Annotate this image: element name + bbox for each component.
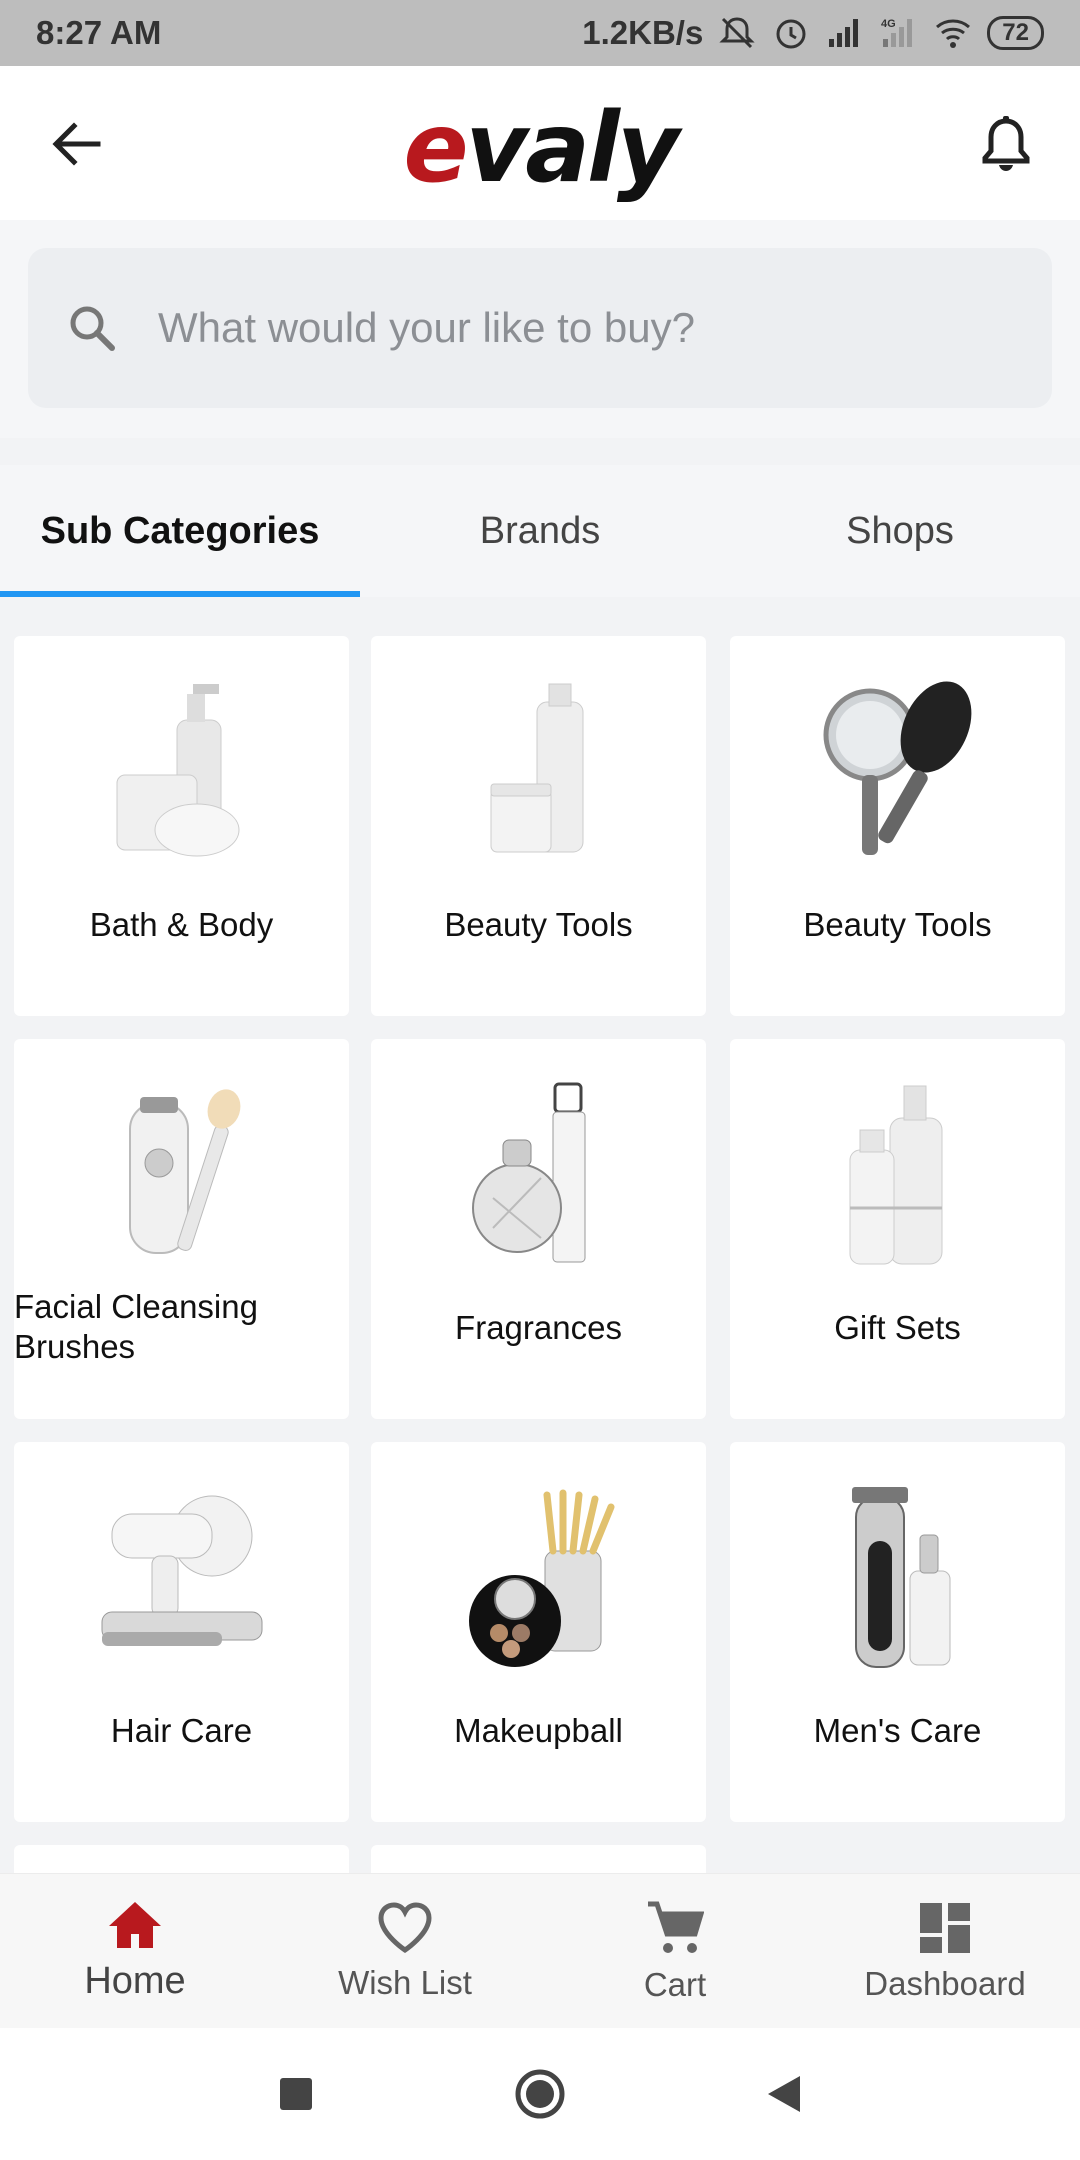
perfume-icon xyxy=(371,1082,706,1263)
nav-wish-list[interactable]: Wish List xyxy=(270,1874,540,2029)
category-card-makeupball[interactable]: Makeupball xyxy=(371,1442,706,1822)
recent-apps-icon[interactable] xyxy=(278,2076,314,2112)
category-label: Bath & Body xyxy=(89,906,274,943)
bottom-navigation: Home Wish List Cart Dashboard xyxy=(0,1873,1080,2028)
category-label: Gift Sets xyxy=(834,1309,961,1346)
home-icon xyxy=(109,1902,161,1948)
notification-button[interactable] xyxy=(972,110,1040,178)
category-label: Beauty Tools xyxy=(444,906,633,943)
battery-indicator: 72 xyxy=(987,16,1044,50)
nav-label: Home xyxy=(84,1960,186,2002)
category-label: Hair Care xyxy=(110,1712,253,1749)
wifi-icon xyxy=(936,19,971,48)
mirror-brush-icon xyxy=(730,680,1065,860)
evaly-logo: evaly xyxy=(403,92,680,204)
category-card-mens-care[interactable]: Men's Care xyxy=(730,1442,1065,1822)
nav-dashboard[interactable]: Dashboard xyxy=(810,1874,1080,2029)
search-bar[interactable] xyxy=(28,248,1052,408)
makeup-icon xyxy=(371,1486,706,1667)
cart-icon xyxy=(648,1901,704,1953)
category-tabs: Sub Categories Brands Shops xyxy=(0,465,1080,597)
category-label: Beauty Tools xyxy=(803,906,992,943)
category-card-facial-cleansing-brushes[interactable]: Facial Cleansing Brushes xyxy=(14,1039,349,1419)
tab-sub-categories[interactable]: Sub Categories xyxy=(0,465,360,597)
category-label: Men's Care xyxy=(813,1712,982,1749)
network-speed: 1.2KB/s xyxy=(582,14,704,51)
tab-brands[interactable]: Brands xyxy=(360,465,720,597)
beauty-tools-bottle-icon xyxy=(371,680,706,860)
nav-label: Cart xyxy=(643,1965,707,2003)
trimmer-icon xyxy=(730,1486,1065,1668)
search-input[interactable] xyxy=(158,304,1018,352)
category-label: Facial Cleansing Brushes xyxy=(14,1288,258,1365)
svg-text:4G: 4G xyxy=(881,18,896,30)
category-label: Fragrances xyxy=(455,1309,622,1346)
category-card-hair-care[interactable]: Hair Care xyxy=(14,1442,349,1822)
category-card-beauty-tools-2[interactable]: Beauty Tools xyxy=(730,636,1065,1016)
mute-icon xyxy=(719,17,755,49)
category-card-fragrances[interactable]: Fragrances xyxy=(371,1039,706,1419)
status-bar: 8:27 AM 1.2KB/s 4G 72 xyxy=(0,0,1080,66)
home-button-icon[interactable] xyxy=(514,2068,566,2120)
system-navigation-bar xyxy=(0,2028,1080,2160)
hair-dryer-icon xyxy=(14,1486,349,1666)
bell-icon xyxy=(982,116,1030,171)
facial-brush-icon xyxy=(14,1083,349,1263)
status-time: 8:27 AM xyxy=(36,14,162,51)
app-bar: evaly xyxy=(0,66,1080,220)
bath-body-icon xyxy=(14,680,349,860)
dashboard-icon xyxy=(920,1902,970,1953)
nav-home[interactable]: Home xyxy=(0,1874,270,2029)
alarm-icon xyxy=(776,19,806,49)
category-card-bath-body[interactable]: Bath & Body xyxy=(14,636,349,1016)
category-card-gift-sets[interactable]: Gift Sets xyxy=(730,1039,1065,1419)
nav-label: Dashboard xyxy=(864,1964,1026,2002)
tab-shops[interactable]: Shops xyxy=(720,465,1080,597)
search-icon xyxy=(70,306,115,351)
nav-cart[interactable]: Cart xyxy=(540,1874,810,2029)
nav-label: Wish List xyxy=(338,1963,472,2001)
category-label: Makeupball xyxy=(454,1712,623,1749)
category-card-beauty-tools[interactable]: Beauty Tools xyxy=(371,636,706,1016)
signal-icon xyxy=(829,19,859,47)
heart-icon xyxy=(378,1901,432,1953)
search-section xyxy=(0,220,1080,438)
gift-set-icon xyxy=(730,1083,1065,1265)
status-icons: 1.2KB/s 4G 72 xyxy=(582,14,1044,52)
back-triangle-icon[interactable] xyxy=(766,2074,802,2114)
signal-4g-icon: 4G xyxy=(881,18,913,47)
